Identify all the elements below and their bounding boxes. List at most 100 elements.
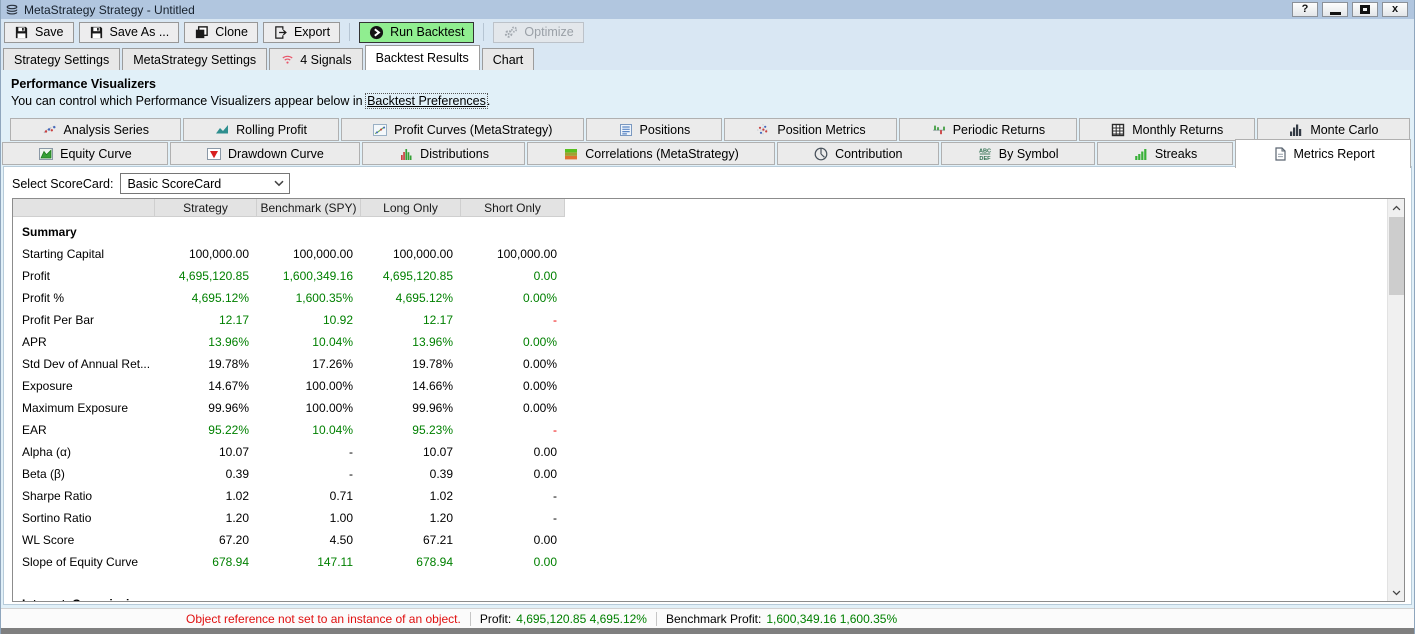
metric-label: Alpha (α) (13, 445, 155, 459)
viz-tab-label: Streaks (1155, 147, 1197, 161)
toolbar: SaveSave As ...CloneExportRun BacktestOp… (1, 19, 1414, 45)
metric-value: 0.00 (461, 467, 565, 481)
metric-value: 13.96% (361, 335, 461, 349)
viz-tab-positions[interactable]: Positions (586, 118, 722, 141)
window-controls: ? x (1292, 2, 1410, 17)
minimize-button[interactable] (1322, 2, 1348, 17)
vertical-scrollbar[interactable] (1387, 199, 1404, 601)
description-text: You can control which Performance Visual… (11, 94, 366, 108)
viz-tab-analysis-series[interactable]: Analysis Series (10, 118, 181, 141)
close-button[interactable]: x (1382, 2, 1408, 17)
status-benchmark-label: Benchmark Profit: (666, 612, 761, 626)
viz-tab-correlations-metastrategy[interactable]: Correlations (MetaStrategy) (527, 142, 775, 165)
table-row-std-dev-of-annual-ret: Std Dev of Annual Ret...19.78%17.26%19.7… (13, 353, 1404, 375)
metric-value: - (461, 313, 565, 327)
viz-tab-rolling-profit[interactable]: Rolling Profit (183, 118, 339, 141)
tab-label: MetaStrategy Settings (133, 53, 256, 67)
scorecard-dropdown[interactable]: Basic ScoreCard (120, 173, 290, 194)
metric-value: - (461, 423, 565, 437)
viz-tab-label: Metrics Report (1294, 147, 1375, 161)
viz-tab-equity-curve[interactable]: Equity Curve (2, 142, 168, 165)
viz-tab-monte-carlo[interactable]: Monte Carlo (1257, 118, 1410, 141)
run-backtest-button[interactable]: Run Backtest (359, 22, 474, 43)
viz-tab-metrics-report[interactable]: Metrics Report (1235, 139, 1411, 168)
tab-strategy-settings[interactable]: Strategy Settings (3, 48, 120, 70)
metric-value: 100.00% (257, 379, 361, 393)
viz-tab-label: Monte Carlo (1310, 123, 1378, 137)
chevron-up-icon (1392, 205, 1401, 211)
maximize-button[interactable] (1352, 2, 1378, 17)
button-label: Save As ... (110, 25, 170, 39)
tab-label: Backtest Results (376, 51, 469, 65)
scorecard-selector-row: Select ScoreCard: Basic ScoreCard (4, 167, 1411, 194)
viz-tab-label: Distributions (420, 147, 489, 161)
metric-label: Exposure (13, 379, 155, 393)
positions-icon (618, 122, 634, 138)
scroll-down-button[interactable] (1388, 584, 1405, 601)
column-header-strategy: Strategy (155, 199, 257, 217)
tab-metastrategy-settings[interactable]: MetaStrategy Settings (122, 48, 267, 70)
status-bar: Object reference not set to an instance … (1, 608, 1414, 628)
metric-value: 14.67% (155, 379, 257, 393)
section-row-summary: Summary (13, 221, 1404, 243)
viz-tab-drawdown-curve[interactable]: Drawdown Curve (170, 142, 360, 165)
minimize-icon (1330, 12, 1341, 15)
save-as-button[interactable]: Save As ... (79, 22, 180, 43)
metric-label: Beta (β) (13, 467, 155, 481)
scrollbar-thumb[interactable] (1389, 217, 1404, 295)
metric-label: Maximum Exposure (13, 401, 155, 415)
viz-tab-by-symbol[interactable]: ABCDEFBy Symbol (941, 142, 1095, 165)
backtest-preferences-link[interactable]: Backtest Preferences (366, 94, 487, 108)
viz-tab-distributions[interactable]: Distributions (362, 142, 525, 165)
viz-tab-position-metrics[interactable]: Position Metrics (724, 118, 897, 141)
metric-label: Profit (13, 269, 155, 283)
profit-curves-icon (372, 122, 388, 138)
metric-value: 10.04% (257, 423, 361, 437)
scroll-up-button[interactable] (1388, 199, 1405, 216)
table-row-maximum-exposure: Maximum Exposure99.96%100.00%99.96%0.00% (13, 397, 1404, 419)
table-row-starting-capital: Starting Capital100,000.00100,000.00100,… (13, 243, 1404, 265)
viz-tab-monthly-returns[interactable]: Monthly Returns (1079, 118, 1255, 141)
rolling-profit-icon (214, 122, 230, 138)
position-metrics-icon (755, 122, 771, 138)
viz-tab-streaks[interactable]: Streaks (1097, 142, 1234, 165)
table-row-beta: Beta (β)0.39-0.390.00 (13, 463, 1404, 485)
metric-value: 99.96% (361, 401, 461, 415)
metric-value: 0.00 (461, 269, 565, 283)
metric-value: 4,695,120.85 (155, 269, 257, 283)
metric-label: WL Score (13, 533, 155, 547)
button-label: Export (294, 25, 330, 39)
performance-visualizers-description: You can control which Performance Visual… (11, 94, 1414, 108)
viz-tab-label: Drawdown Curve (228, 147, 324, 161)
by-symbol-icon: ABCDEF (977, 146, 993, 162)
metric-value: 0.00 (461, 555, 565, 569)
metric-label: Std Dev of Annual Ret... (13, 357, 155, 371)
metric-value: 4,695.12% (361, 291, 461, 305)
export-button[interactable]: Export (263, 22, 340, 43)
table-row-profit: Profit %4,695.12%1,600.35%4,695.12%0.00% (13, 287, 1404, 309)
metric-value: 100,000.00 (257, 247, 361, 261)
viz-tab-periodic-returns[interactable]: Periodic Returns (899, 118, 1077, 141)
status-error-message: Object reference not set to an instance … (186, 612, 461, 626)
tab-4-signals[interactable]: 4 Signals (269, 48, 362, 70)
viz-tab-contribution[interactable]: Contribution (777, 142, 939, 165)
maximize-icon (1360, 5, 1370, 14)
metric-label: Profit % (13, 291, 155, 305)
tab-chart[interactable]: Chart (482, 48, 535, 70)
metric-value: 100,000.00 (361, 247, 461, 261)
metric-value: 4,695.12% (155, 291, 257, 305)
clone-button[interactable]: Clone (184, 22, 258, 43)
viz-tab-profit-curves-metastrategy[interactable]: Profit Curves (MetaStrategy) (341, 118, 584, 141)
metrics-table-header: StrategyBenchmark (SPY)Long OnlyShort On… (13, 199, 565, 217)
metric-value: 19.78% (361, 357, 461, 371)
performance-visualizers-heading: Performance Visualizers (11, 77, 1414, 91)
metric-value: 67.21 (361, 533, 461, 547)
save-button[interactable]: Save (4, 22, 74, 43)
tab-backtest-results[interactable]: Backtest Results (365, 45, 480, 70)
table-row-ear: EAR95.22%10.04%95.23%- (13, 419, 1404, 441)
export-icon (273, 25, 288, 40)
help-button[interactable]: ? (1292, 2, 1318, 17)
metric-value: 1.02 (155, 489, 257, 503)
metric-value: 12.17 (361, 313, 461, 327)
metric-value: 1.20 (361, 511, 461, 525)
